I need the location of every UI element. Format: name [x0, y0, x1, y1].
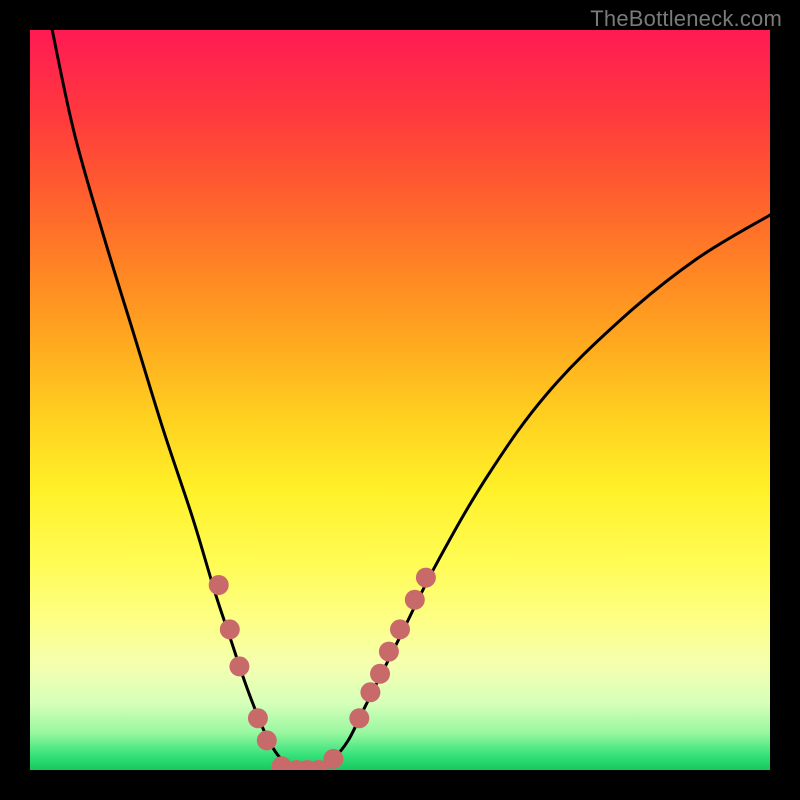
plot-area — [30, 30, 770, 770]
marker-dot — [248, 708, 268, 728]
marker-dot — [416, 568, 436, 588]
marker-dot — [405, 590, 425, 610]
marker-dot — [257, 730, 277, 750]
marker-dot — [229, 656, 249, 676]
marker-dot — [390, 619, 410, 639]
chart-canvas — [30, 30, 770, 770]
chart-frame: TheBottleneck.com — [0, 0, 800, 800]
marker-dot — [220, 619, 240, 639]
marker-dot — [370, 664, 390, 684]
watermark-text: TheBottleneck.com — [590, 6, 782, 32]
marker-dot — [323, 749, 343, 769]
marker-dot — [360, 682, 380, 702]
marker-dot — [379, 642, 399, 662]
marker-dot — [349, 708, 369, 728]
curve-left-curve — [52, 30, 304, 770]
curve-right-curve — [319, 215, 770, 770]
marker-dot — [209, 575, 229, 595]
